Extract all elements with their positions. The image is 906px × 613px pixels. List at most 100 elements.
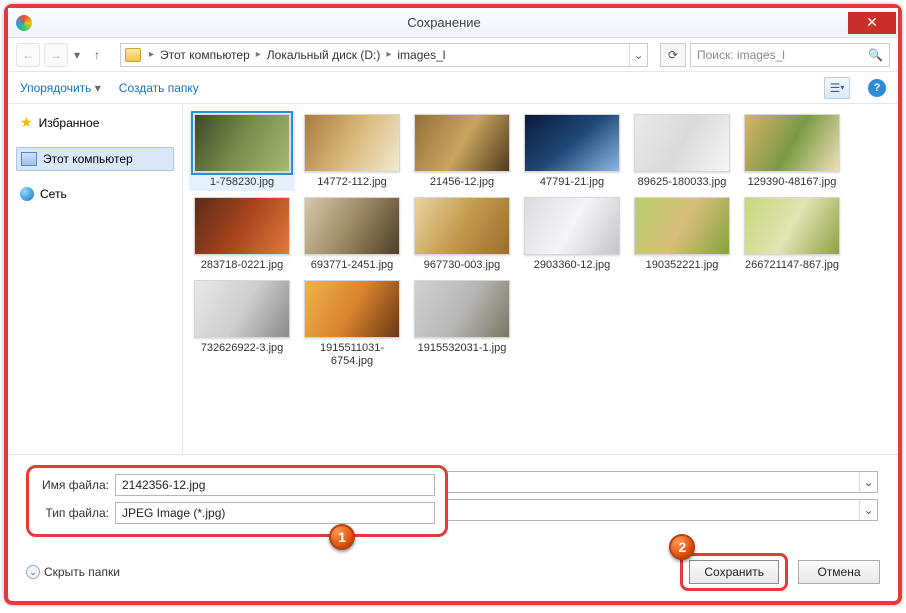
highlighted-save-group: Сохранить 2 — [680, 553, 788, 591]
thumbnail-label: 266721147-867.jpg — [745, 259, 839, 272]
address-bar[interactable]: ▸ Этот компьютер ▸ Локальный диск (D:) ▸… — [120, 43, 648, 67]
thumbnail-label: 47791-21.jpg — [540, 176, 604, 189]
thumbnail-label: 2903360-12.jpg — [534, 259, 610, 272]
thumbnail-image — [414, 280, 510, 338]
view-options-button[interactable]: ☰ ▾ — [824, 77, 850, 99]
file-thumbnail[interactable]: 190352221.jpg — [629, 195, 735, 274]
file-thumbnail[interactable]: 283718-0221.jpg — [189, 195, 295, 274]
annotation-marker-1: 1 — [329, 524, 355, 550]
window-title: Сохранение — [40, 15, 848, 30]
address-dropdown[interactable]: ⌄ — [629, 44, 647, 66]
app-icon — [16, 15, 32, 31]
cancel-button[interactable]: Отмена — [798, 560, 880, 584]
filename-combo-ext[interactable]: ⌄ — [446, 471, 878, 493]
crumb-drive[interactable]: Локальный диск (D:) — [265, 48, 383, 62]
thumbnail-label: 732626922-3.jpg — [201, 342, 284, 355]
thumbnail-image — [304, 197, 400, 255]
thumbnail-image — [634, 114, 730, 172]
thumbnail-image — [414, 197, 510, 255]
sidebar-item-favorites[interactable]: ★ Избранное — [16, 110, 174, 135]
chevron-right-icon: ▸ — [145, 49, 158, 60]
chevron-right-icon: ▸ — [252, 49, 265, 60]
address-row: ← → ▾ ↑ ▸ Этот компьютер ▸ Локальный дис… — [8, 38, 898, 72]
organize-menu[interactable]: Упорядочить ▾ — [20, 81, 101, 95]
filetype-input[interactable] — [115, 502, 435, 524]
search-icon: 🔍 — [868, 48, 883, 62]
file-thumbnail[interactable]: 967730-003.jpg — [409, 195, 515, 274]
file-thumbnail[interactable]: 1915532031-1.jpg — [409, 278, 515, 370]
sidebar-item-label: Этот компьютер — [43, 152, 133, 166]
thumbnail-label: 190352221.jpg — [646, 259, 719, 272]
up-button[interactable]: ↑ — [86, 44, 108, 66]
star-icon: ★ — [20, 114, 33, 131]
chevron-down-icon: ▾ — [95, 81, 101, 95]
thumbnail-image — [744, 197, 840, 255]
folder-icon — [125, 48, 141, 62]
annotation-marker-2: 2 — [669, 534, 695, 560]
thumbnail-image — [194, 280, 290, 338]
file-thumbnail[interactable]: 266721147-867.jpg — [739, 195, 845, 274]
close-button[interactable]: ✕ — [848, 12, 896, 34]
thumbnail-image — [524, 114, 620, 172]
thumbnail-image — [304, 280, 400, 338]
sidebar-item-network[interactable]: Сеть — [16, 183, 174, 205]
computer-icon — [21, 152, 37, 166]
fields-area: ⌄ ⌄ Имя файла: Тип файла: 1 — [8, 454, 898, 545]
chevron-right-icon: ▸ — [382, 49, 395, 60]
file-thumbnail[interactable]: 1915511031-6754.jpg — [299, 278, 405, 370]
file-thumbnail[interactable]: 89625-180033.jpg — [629, 112, 735, 191]
titlebar: Сохранение ✕ — [8, 8, 898, 38]
search-input[interactable]: Поиск: images_l 🔍 — [690, 43, 890, 67]
file-thumbnail[interactable]: 1-758230.jpg — [189, 112, 295, 191]
thumbnail-label: 1-758230.jpg — [210, 176, 274, 189]
filename-label: Имя файла: — [39, 478, 115, 492]
file-thumbnail[interactable]: 47791-21.jpg — [519, 112, 625, 191]
hide-folders-toggle[interactable]: ⌄ Скрыть папки — [26, 565, 120, 579]
crumb-root[interactable]: Этот компьютер — [158, 48, 252, 62]
file-thumbnail[interactable]: 14772-112.jpg — [299, 112, 405, 191]
sidebar: ★ Избранное Этот компьютер Сеть — [8, 104, 183, 454]
chevron-down-icon: ⌄ — [859, 472, 877, 492]
highlighted-field-group: Имя файла: Тип файла: 1 — [26, 465, 448, 537]
filetype-combo-ext[interactable]: ⌄ — [446, 499, 878, 521]
toolbar: Упорядочить ▾ Создать папку ☰ ▾ ? — [8, 72, 898, 104]
thumbnail-label: 21456-12.jpg — [430, 176, 494, 189]
file-thumbnail[interactable]: 129390-48167.jpg — [739, 112, 845, 191]
thumbnail-label: 129390-48167.jpg — [748, 176, 837, 189]
thumbnail-label: 967730-003.jpg — [424, 259, 500, 272]
thumbnail-label: 1915532031-1.jpg — [418, 342, 507, 355]
back-button[interactable]: ← — [16, 43, 40, 67]
history-dropdown[interactable]: ▾ — [72, 48, 82, 62]
thumbnail-label: 693771-2451.jpg — [311, 259, 394, 272]
search-placeholder: Поиск: images_l — [697, 48, 785, 62]
file-thumbnail[interactable]: 693771-2451.jpg — [299, 195, 405, 274]
thumbnail-image — [634, 197, 730, 255]
new-folder-button[interactable]: Создать папку — [119, 81, 199, 95]
save-button[interactable]: Сохранить — [689, 560, 779, 584]
network-icon — [20, 187, 34, 201]
thumbnail-image — [744, 114, 840, 172]
sidebar-item-this-pc[interactable]: Этот компьютер — [16, 147, 174, 171]
file-thumbnail[interactable]: 2903360-12.jpg — [519, 195, 625, 274]
thumbnail-image — [194, 197, 290, 255]
crumb-folder[interactable]: images_l — [395, 48, 447, 62]
sidebar-item-label: Сеть — [40, 187, 67, 201]
footer: ⌄ Скрыть папки Сохранить 2 Отмена — [8, 545, 898, 601]
thumbnail-image — [304, 114, 400, 172]
thumbnail-image — [414, 114, 510, 172]
chevron-down-icon: ⌄ — [859, 500, 877, 520]
refresh-button[interactable]: ⟳ — [660, 43, 686, 67]
filename-input[interactable] — [115, 474, 435, 496]
file-grid[interactable]: 1-758230.jpg 14772-112.jpg 21456-12.jpg 477… — [183, 104, 898, 454]
thumbnail-label: 283718-0221.jpg — [201, 259, 284, 272]
file-thumbnail[interactable]: 732626922-3.jpg — [189, 278, 295, 370]
thumbnail-image — [194, 114, 290, 172]
hide-folders-label: Скрыть папки — [44, 565, 120, 579]
thumbnail-label: 1915511031-6754.jpg — [302, 342, 402, 368]
dialog-body: ★ Избранное Этот компьютер Сеть 1-758230… — [8, 104, 898, 454]
file-thumbnail[interactable]: 21456-12.jpg — [409, 112, 515, 191]
thumbnail-image — [524, 197, 620, 255]
thumbnail-label: 14772-112.jpg — [317, 176, 387, 189]
forward-button[interactable]: → — [44, 43, 68, 67]
help-button[interactable]: ? — [868, 79, 886, 97]
